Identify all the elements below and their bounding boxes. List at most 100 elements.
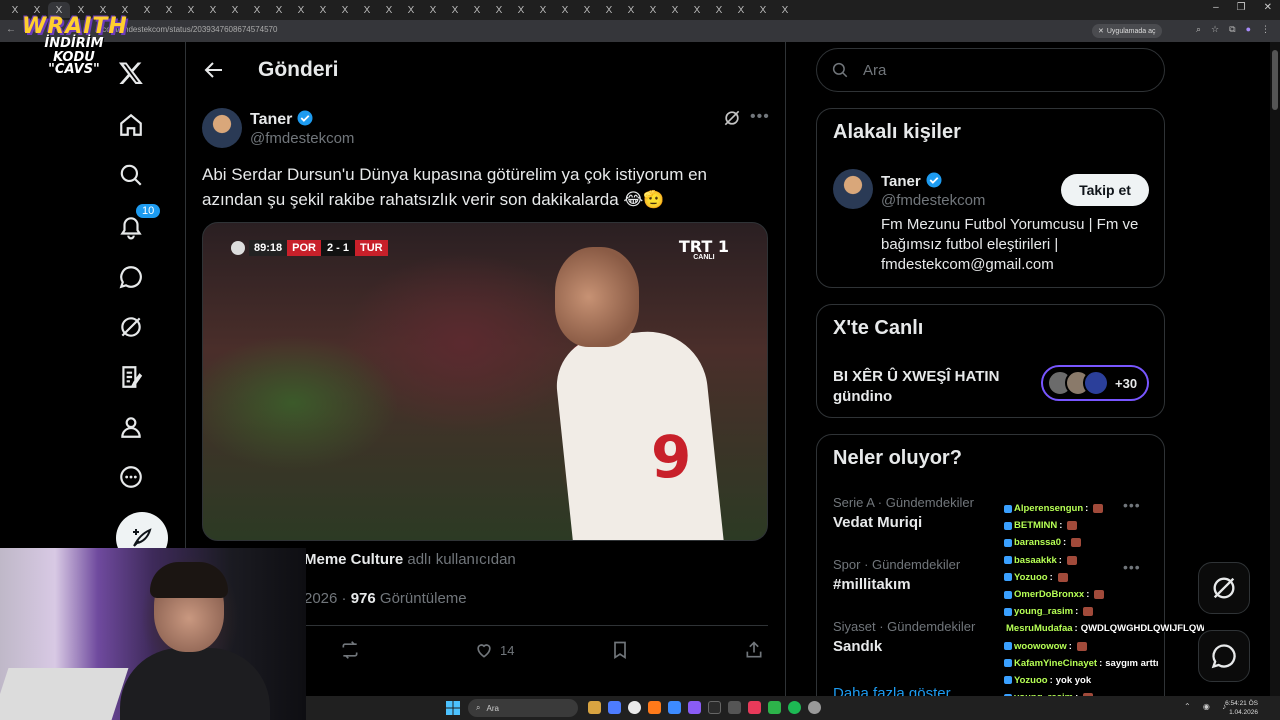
related-avatar[interactable] bbox=[833, 169, 873, 209]
browser-tab[interactable]: X bbox=[334, 2, 356, 18]
author-name-text[interactable]: Taner bbox=[250, 111, 292, 128]
system-tray-icons[interactable]: ⌃ ◉ ♪ bbox=[1184, 702, 1231, 711]
bookmark-button[interactable] bbox=[610, 640, 630, 660]
spotify-icon[interactable] bbox=[788, 701, 801, 714]
browser-tab[interactable]: X bbox=[774, 2, 796, 18]
taskbar-app-icon[interactable] bbox=[608, 701, 621, 714]
lists-icon[interactable] bbox=[114, 360, 148, 394]
taskbar-app-icon[interactable] bbox=[588, 701, 601, 714]
notifications-icon[interactable]: 10 bbox=[114, 204, 161, 244]
trend-item[interactable]: Serie A · Gündemdekiler Vedat Muriqi bbox=[833, 495, 974, 531]
post-more-icon[interactable]: ••• bbox=[750, 108, 770, 126]
x-tab-favicon: X bbox=[605, 4, 613, 16]
browser-tab[interactable]: X bbox=[224, 2, 246, 18]
like-button[interactable]: 14 bbox=[474, 640, 514, 660]
page-title: Gönderi bbox=[258, 58, 339, 81]
discord-icon[interactable] bbox=[688, 701, 701, 714]
browser-tab[interactable]: X bbox=[576, 2, 598, 18]
browser-tab[interactable]: X bbox=[356, 2, 378, 18]
profile-icon[interactable]: ● bbox=[1246, 24, 1251, 35]
bookmark-star-icon[interactable]: ☆ bbox=[1211, 24, 1219, 35]
browser-tab[interactable]: X bbox=[400, 2, 422, 18]
browser-tab[interactable]: X bbox=[532, 2, 554, 18]
zoom-icon[interactable]: ⌕ bbox=[1196, 24, 1201, 35]
back-icon[interactable]: ← bbox=[6, 24, 16, 35]
taskbar-app-icon[interactable] bbox=[708, 701, 721, 714]
search-icon[interactable] bbox=[114, 158, 148, 192]
x-tab-favicon: X bbox=[143, 4, 151, 16]
meta-separator: · bbox=[341, 590, 347, 607]
search-box[interactable]: Ara bbox=[816, 48, 1165, 92]
menu-icon[interactable]: ⋮ bbox=[1261, 24, 1270, 35]
browser-tab[interactable]: X bbox=[246, 2, 268, 18]
chat-badge-icon bbox=[1004, 676, 1012, 685]
chrome-icon[interactable] bbox=[628, 701, 641, 714]
browser-tab[interactable]: X bbox=[620, 2, 642, 18]
taskbar-clock[interactable]: 6:54:21 ÖS 1.04.2026 bbox=[1225, 699, 1258, 717]
post-date[interactable]: 2026 bbox=[304, 590, 337, 607]
windows-start-icon[interactable] bbox=[446, 701, 460, 715]
share-button[interactable] bbox=[744, 640, 764, 660]
browser-tab[interactable]: X bbox=[510, 2, 532, 18]
browser-tab[interactable]: X bbox=[158, 2, 180, 18]
author-avatar[interactable] bbox=[202, 108, 242, 148]
related-name[interactable]: Taner bbox=[881, 171, 943, 190]
extensions-icon[interactable]: ⧉ bbox=[1229, 24, 1235, 35]
browser-tab[interactable]: X bbox=[642, 2, 664, 18]
grok-floating-button[interactable] bbox=[1198, 562, 1250, 614]
scrollbar-thumb[interactable] bbox=[1272, 50, 1278, 110]
post-video[interactable]: 9 89:18 POR 2 - 1 TUR TRT 1 CANLI bbox=[202, 222, 768, 541]
chat-username: Alperensengun bbox=[1014, 503, 1084, 515]
live-space-title[interactable]: BI XÊR Û XWEŞÎ HATIN gündino bbox=[833, 367, 1023, 407]
messages-floating-button[interactable] bbox=[1198, 630, 1250, 682]
author-handle[interactable]: @fmdestekcom bbox=[250, 130, 354, 147]
browser-tab[interactable]: X bbox=[686, 2, 708, 18]
follow-button[interactable]: Takip et bbox=[1061, 174, 1149, 206]
back-arrow-icon[interactable] bbox=[202, 58, 226, 82]
trend-item[interactable]: Siyaset · Gündemdekiler Sandık bbox=[833, 619, 975, 655]
browser-tab[interactable]: X bbox=[752, 2, 774, 18]
live-listeners-pill[interactable]: +30 bbox=[1041, 365, 1149, 401]
browser-tab[interactable]: X bbox=[180, 2, 202, 18]
trend-item[interactable]: Spor · Gündemdekiler #millitakım bbox=[833, 557, 960, 593]
repost-button[interactable] bbox=[340, 640, 360, 660]
browser-tab[interactable]: X bbox=[708, 2, 730, 18]
browser-tab[interactable]: X bbox=[664, 2, 686, 18]
grok-icon[interactable] bbox=[114, 310, 148, 344]
browser-tab[interactable]: X bbox=[378, 2, 400, 18]
taskbar-app-icon[interactable] bbox=[748, 701, 761, 714]
browser-tab[interactable]: X bbox=[488, 2, 510, 18]
browser-tab[interactable]: X bbox=[268, 2, 290, 18]
video-frame-head bbox=[555, 247, 639, 347]
home-icon[interactable] bbox=[114, 108, 148, 142]
browser-tab[interactable]: X bbox=[202, 2, 224, 18]
taskbar-app-icon[interactable] bbox=[668, 701, 681, 714]
taskbar-app-icon[interactable] bbox=[768, 701, 781, 714]
taskbar-app-icon[interactable] bbox=[728, 701, 741, 714]
browser-tab[interactable]: X bbox=[312, 2, 334, 18]
taskbar-app-icon[interactable] bbox=[648, 701, 661, 714]
open-in-app-button[interactable]: ✕ Uygulamada aç bbox=[1092, 24, 1162, 38]
browser-tab[interactable]: X bbox=[444, 2, 466, 18]
page-scrollbar[interactable] bbox=[1270, 42, 1280, 720]
browser-tab[interactable]: X bbox=[598, 2, 620, 18]
messages-icon[interactable] bbox=[114, 260, 148, 294]
profile-icon[interactable] bbox=[114, 410, 148, 444]
minimize-button[interactable]: – bbox=[1213, 2, 1219, 13]
browser-tab[interactable]: X bbox=[290, 2, 312, 18]
taskbar-app-icon[interactable] bbox=[808, 701, 821, 714]
browser-tab[interactable]: X bbox=[136, 2, 158, 18]
taskbar-search[interactable]: ⌕ Ara bbox=[468, 699, 578, 717]
browser-tab[interactable]: X bbox=[466, 2, 488, 18]
related-handle[interactable]: @fmdestekcom bbox=[881, 192, 985, 209]
browser-tab[interactable]: X bbox=[730, 2, 752, 18]
grok-explain-icon[interactable] bbox=[722, 108, 742, 128]
browser-tab[interactable]: X bbox=[554, 2, 576, 18]
maximize-button[interactable]: ❐ bbox=[1237, 2, 1246, 13]
related-name-text[interactable]: Taner bbox=[881, 173, 921, 190]
browser-tab[interactable]: X bbox=[422, 2, 444, 18]
close-window-button[interactable]: ✕ bbox=[1264, 2, 1272, 13]
author-name[interactable]: Taner bbox=[250, 109, 314, 129]
more-options-icon[interactable] bbox=[114, 460, 148, 494]
video-source-user[interactable]: Meme Culture bbox=[304, 551, 403, 568]
